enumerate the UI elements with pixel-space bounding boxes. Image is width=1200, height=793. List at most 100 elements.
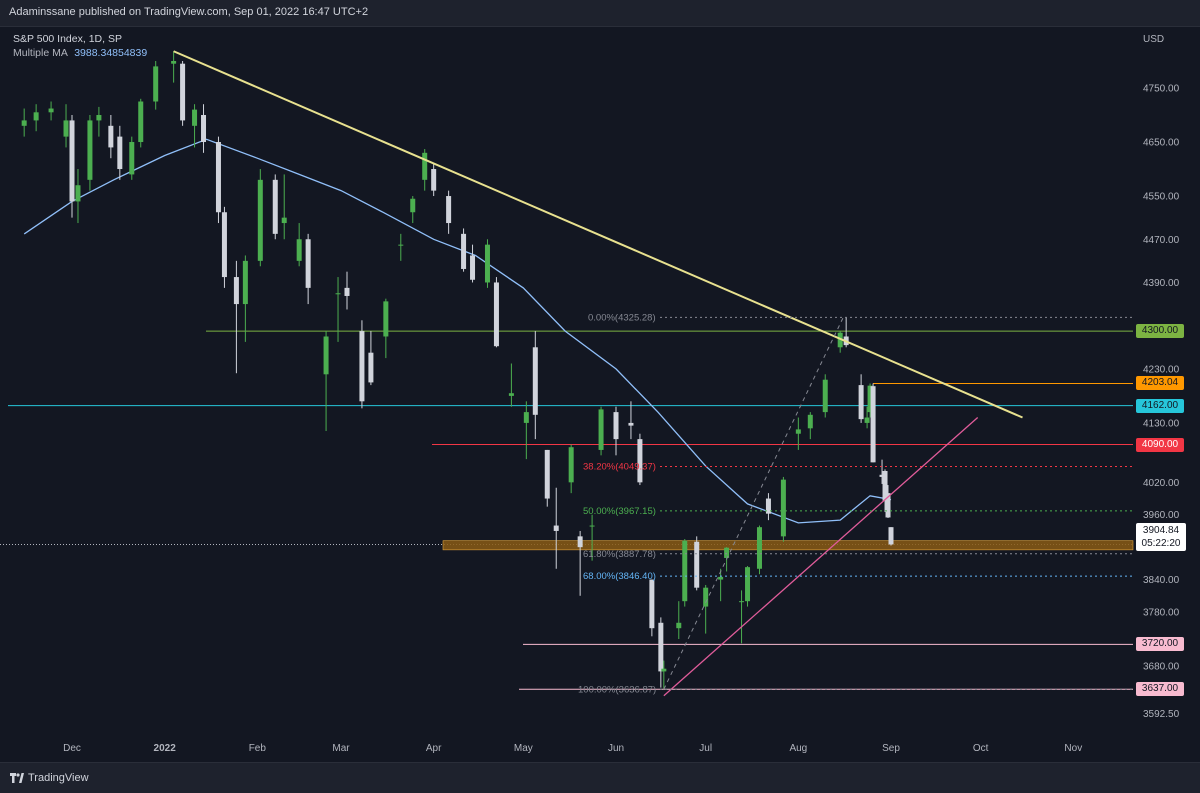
x-tick-label: May: [514, 743, 533, 754]
candle-body: [718, 576, 724, 580]
candle-body: [598, 409, 604, 450]
candle-body: [780, 479, 786, 537]
candle-body: [446, 196, 452, 224]
candle-body: [87, 120, 93, 180]
candle-body: [75, 185, 81, 202]
candle-body: [523, 412, 529, 423]
y-tick-label: 3680.00: [1143, 662, 1180, 673]
last-price: 3904.84: [1142, 525, 1180, 536]
x-tick-label: 2022: [154, 743, 177, 754]
candle-body: [335, 293, 341, 295]
candle-body: [493, 282, 499, 347]
candle-body: [171, 60, 177, 64]
chart-legend: S&P 500 Index, 1D, SP Multiple MA 3988.3…: [13, 32, 147, 60]
x-tick-label: Dec: [63, 743, 81, 754]
x-tick-label: Jun: [608, 743, 624, 754]
candle-body: [577, 536, 583, 548]
publish-line: Adaminssane published on TradingView.com…: [9, 6, 369, 18]
candle-body: [658, 622, 664, 672]
y-tick-label: 3780.00: [1143, 607, 1180, 618]
candle-body: [484, 244, 490, 283]
candle-body: [682, 540, 688, 602]
x-tick-label: Sep: [882, 743, 900, 754]
candle-body: [613, 412, 619, 440]
y-tick-label: 4230.00: [1143, 364, 1180, 375]
candle-body: [544, 449, 550, 499]
candle-body: [756, 527, 762, 569]
level-price-tag: 4090.00: [1136, 437, 1184, 452]
uptrend-support-line: [663, 417, 979, 697]
tradingview-logo[interactable]: TradingView: [10, 772, 89, 784]
candle-body: [272, 179, 278, 234]
y-tick-label: 3960.00: [1143, 510, 1180, 521]
y-tick-label: 3592.50: [1143, 709, 1180, 720]
candle-body: [138, 101, 144, 143]
candle-body: [129, 142, 135, 175]
candle-body: [431, 169, 437, 191]
candle-body: [69, 120, 75, 202]
y-tick-label: 4470.00: [1143, 235, 1180, 246]
candle-body: [568, 447, 574, 483]
footer-bar: TradingView: [0, 762, 1200, 793]
candle-body: [470, 255, 476, 280]
tradingview-icon: [10, 773, 24, 783]
candle-body: [694, 541, 700, 588]
candle-body: [410, 198, 416, 213]
ma-label: Multiple MA: [13, 47, 68, 59]
candle-body: [553, 525, 559, 531]
candle-body: [807, 414, 813, 429]
level-price-tag: 4300.00: [1136, 324, 1184, 339]
candle-body: [888, 527, 894, 545]
x-tick-label: Feb: [249, 743, 267, 754]
candle-body: [201, 115, 207, 143]
candle-body: [765, 498, 771, 514]
fib-trend-connector: [663, 317, 844, 690]
candle-body: [323, 336, 329, 375]
candle-body: [649, 579, 655, 629]
candle-body: [344, 287, 350, 296]
candle-body: [703, 587, 709, 607]
candle-body: [153, 66, 159, 102]
candle-body: [739, 601, 745, 603]
candle-body: [117, 136, 123, 170]
price-chart[interactable]: 0.00%(4325.28) 38.20%(4049.37) 50.00%(3967…: [0, 26, 1200, 762]
level-price-tag: 4162.00: [1136, 398, 1184, 413]
candle-body: [21, 120, 27, 126]
candle-body: [215, 142, 221, 213]
candle-body: [661, 668, 667, 672]
fib-level-label: 0.00%(4325.28): [588, 312, 656, 323]
y-tick-label: 4020.00: [1143, 478, 1180, 489]
candle-body: [96, 115, 102, 121]
candle-body: [628, 422, 634, 426]
candle-body: [422, 152, 428, 180]
candle-body: [305, 239, 311, 288]
y-tick-label: 4650.00: [1143, 138, 1180, 149]
candle-body: [108, 125, 114, 148]
candle-body: [383, 301, 389, 337]
level-price-tag: 3720.00: [1136, 637, 1184, 652]
candle-body: [33, 112, 39, 121]
x-tick-label: Jul: [699, 743, 712, 754]
y-tick-label: 4130.00: [1143, 418, 1180, 429]
y-tick-label: 4550.00: [1143, 192, 1180, 203]
level-price-tag: 3637.00: [1136, 682, 1184, 697]
x-tick-label: Mar: [332, 743, 350, 754]
candle-body: [63, 120, 69, 137]
y-tick-label: 3840.00: [1143, 575, 1180, 586]
symbol-label: S&P 500 Index, 1D, SP: [13, 33, 122, 45]
fib-level-label: 100.00%(3636.87): [578, 684, 656, 695]
publish-header: Adaminssane published on TradingView.com…: [0, 0, 1200, 27]
fib-level-label: 61.80%(3887.78): [583, 549, 656, 560]
candle-body: [233, 277, 239, 305]
x-tick-label: Oct: [973, 743, 989, 754]
candle-body: [508, 393, 514, 396]
candle-body: [745, 567, 751, 602]
downtrend-line: [173, 50, 1023, 419]
candle-body: [359, 331, 365, 402]
fib-level-label: 38.20%(4049.37): [583, 461, 656, 472]
candle-body: [242, 260, 248, 305]
last-price-box: 3904.84 05:22:20: [1136, 523, 1186, 551]
candle-body: [192, 109, 198, 126]
candle-body: [858, 385, 864, 420]
candle-body: [398, 244, 404, 246]
